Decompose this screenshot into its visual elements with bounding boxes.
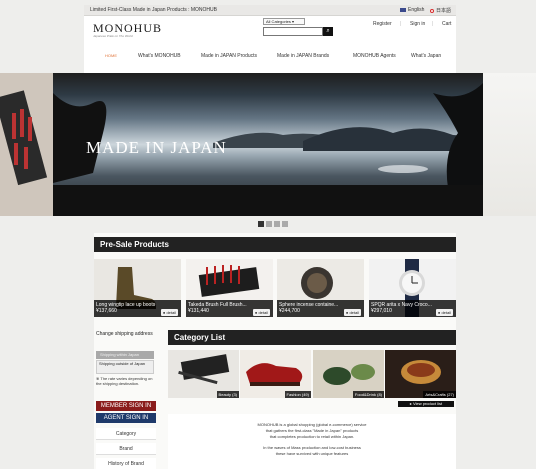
lang-english-link[interactable]: English	[400, 7, 424, 13]
nav-item-whats-japan[interactable]: What's Japan	[411, 53, 441, 59]
header-divider: |	[400, 21, 402, 27]
header-divider: |	[432, 21, 434, 27]
product-card[interactable]: Takeda Brush Full Brush... ¥131,440 ● de…	[186, 259, 273, 317]
info-icon: ●	[345, 310, 349, 315]
product-card[interactable]: Sphere incense containe... ¥244,700 ● de…	[277, 259, 364, 317]
signin-link[interactable]: Sign in	[410, 21, 425, 27]
hero-prev-slide[interactable]	[0, 73, 53, 216]
detail-button[interactable]: ● detail	[343, 309, 361, 316]
sidebar-item-category[interactable]: Category	[96, 428, 156, 440]
shipping-note: ※ The rate varies depending on the shipp…	[96, 376, 153, 386]
product-card[interactable]: Long wingtip lace up boots ¥137,660 ● de…	[94, 259, 181, 317]
about-line: MONOHUB is a global shopping (global e-c…	[257, 422, 367, 427]
category-label: Fashion (49)	[284, 391, 311, 398]
detail-button[interactable]: ● detail	[435, 309, 453, 316]
sidebar-item-brand[interactable]: Brand	[96, 443, 156, 455]
main-nav: HOME What's MONOHUB Made in JAPAN Produc…	[84, 41, 456, 73]
category-tile-beauty[interactable]: Beauty (3)	[168, 350, 239, 398]
hero-next-slide[interactable]	[483, 73, 536, 216]
detail-label: detail	[349, 310, 359, 315]
slider-dot-2[interactable]	[266, 221, 272, 227]
detail-label: detail	[441, 310, 451, 315]
presale-heading: Pre-Sale Products	[94, 237, 456, 252]
detail-button[interactable]: ● detail	[252, 309, 270, 316]
info-icon: ●	[437, 310, 441, 315]
category-select[interactable]: All Categories ▾	[263, 18, 305, 25]
detail-label: detail	[166, 310, 176, 315]
member-signin-button[interactable]: MEMBER SIGN IN	[96, 401, 156, 411]
category-label: Arts&Crafts (27)	[423, 391, 456, 398]
nav-item-brands[interactable]: Made in JAPAN Brands	[277, 53, 329, 59]
lang-japanese-label: 日本語	[436, 8, 452, 14]
product-caption: Sphere incense containe... ¥244,700 ● de…	[277, 300, 364, 317]
product-caption: Long wingtip lace up boots ¥137,660 ● de…	[94, 300, 181, 317]
view-product-list-button[interactable]: ▸ View product list	[398, 401, 454, 407]
register-link[interactable]: Register	[373, 21, 392, 27]
search-icon: ⌕	[326, 28, 330, 34]
hero-title: MADE IN JAPAN	[86, 138, 227, 157]
shipping-option-japan[interactable]: Shipping within Japan	[96, 351, 154, 359]
cart-link[interactable]: Cart	[442, 21, 451, 27]
top-bar-text: Limited First-Class Made in Japan Produc…	[90, 7, 217, 13]
lang-japanese-link[interactable]: 日本語	[430, 7, 451, 14]
detail-label: detail	[258, 310, 268, 315]
sidebar: Change shipping address Shipping within …	[94, 330, 156, 469]
slider-dot-1[interactable]	[258, 221, 264, 227]
nav-item-products[interactable]: Made in JAPAN Products	[201, 53, 257, 59]
jp-flag-icon	[430, 8, 434, 13]
chevron-down-icon: ▾	[292, 19, 295, 24]
category-tile-food-drink[interactable]: Food&Drink (8)	[313, 350, 384, 398]
us-flag-icon	[400, 7, 406, 12]
nav-item-whats-monohub[interactable]: What's MONOHUB	[138, 53, 181, 59]
shipping-title: Change shipping address	[96, 331, 153, 337]
nav-item-agents[interactable]: MONOHUB Agents	[353, 53, 396, 59]
about-line: that completes production to retail with…	[269, 434, 355, 439]
product-caption: Takeda Brush Full Brush... ¥131,440 ● de…	[186, 300, 273, 317]
site-tagline: Japanese Pride on The World	[93, 34, 133, 38]
about-line: these have survived with unique features	[275, 451, 349, 456]
sidebar-item-history[interactable]: History of Brand	[96, 458, 156, 469]
category-tile-fashion[interactable]: Fashion (49)	[240, 350, 311, 398]
info-icon: ●	[162, 310, 166, 315]
category-tile-arts-crafts[interactable]: Arts&Crafts (27)	[385, 350, 456, 398]
site-header: MONOHUB Japanese Pride on The World All …	[84, 16, 456, 41]
product-caption: SPQR arita x Navy Croco... ¥297,010 ● de…	[369, 300, 456, 317]
about-line: In the waves of Mass production and low-…	[263, 445, 361, 450]
category-heading: Category List	[168, 330, 456, 345]
detail-button[interactable]: ● detail	[160, 309, 178, 316]
brushes-image	[0, 73, 53, 216]
about-line: that gathers the first-class "Made in Ja…	[265, 428, 359, 433]
info-icon: ●	[254, 310, 258, 315]
search-button[interactable]: ⌕	[323, 27, 333, 36]
agent-signin-button[interactable]: AGENT SIGN IN	[96, 413, 156, 423]
slider-dot-3[interactable]	[274, 221, 280, 227]
category-label: Food&Drink (8)	[352, 391, 384, 398]
shipping-option-outside[interactable]: Shipping outside of Japan	[96, 360, 154, 374]
top-bar: Limited First-Class Made in Japan Produc…	[84, 5, 456, 16]
search-input[interactable]	[263, 27, 323, 36]
slider-dot-4[interactable]	[282, 221, 288, 227]
lang-english-label: English	[408, 7, 425, 13]
about-section: MONOHUB is a global shopping (global e-c…	[168, 414, 456, 469]
category-label: Beauty (3)	[216, 391, 239, 398]
nav-item-home[interactable]: HOME	[105, 53, 117, 58]
product-card[interactable]: SPQR arita x Navy Croco... ¥297,010 ● de…	[369, 259, 456, 317]
slider-dots	[258, 221, 288, 227]
category-select-value: All Categories	[266, 19, 291, 24]
